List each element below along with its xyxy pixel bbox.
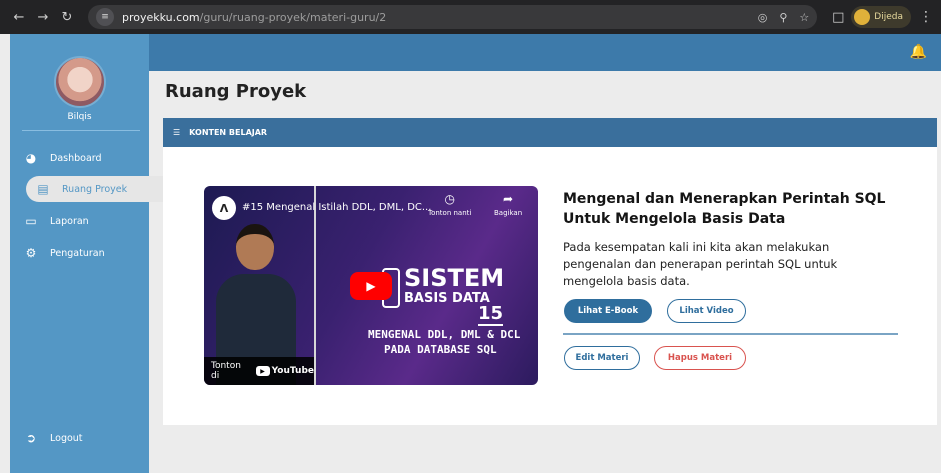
episode-number: 15: [478, 303, 504, 326]
reload-icon[interactable]: ↻: [56, 6, 78, 28]
url-path: /guru/ruang-proyek/materi-guru/2: [199, 10, 387, 24]
avatar: [54, 56, 106, 108]
share-label: Bagikan: [494, 209, 523, 217]
view-ebook-button[interactable]: Lihat E-Book: [564, 299, 652, 323]
youtube-play-icon: ▶: [255, 366, 270, 376]
youtube-label: YouTube: [271, 366, 314, 376]
sidebar-item-ruang-proyek[interactable]: ▤ Ruang Proyek: [26, 176, 165, 202]
list-icon: ☰: [173, 128, 181, 137]
document-icon: ▤: [37, 182, 49, 196]
page-title: Ruang Proyek: [165, 81, 307, 102]
url-domain: proyekku.com: [122, 10, 200, 24]
user-name: Bilqis: [67, 112, 92, 122]
youtube-logo: ▶ YouTube: [255, 366, 314, 376]
logout-button[interactable]: ➲ Logout: [24, 425, 83, 451]
play-icon[interactable]: ▶: [350, 272, 392, 300]
sidebar-item-dashboard[interactable]: ◕ Dashboard: [24, 145, 102, 171]
sidebar-divider: [22, 130, 140, 131]
sidebar: Bilqis ◕ Dashboard ▤ Ruang Proyek ▭ Lapo…: [10, 34, 165, 473]
clock-icon: ◷: [444, 192, 455, 206]
browser-toolbar: ← → ↻ ≡ proyekku.com/guru/ruang-proyek/m…: [0, 0, 941, 34]
thumbnail-divider: [314, 186, 316, 385]
chart-icon: ▭: [25, 214, 37, 228]
logout-icon: ➲: [25, 431, 37, 445]
watch-on-label: Tonton di: [211, 361, 241, 381]
materi-title: Mengenal dan Menerapkan Perintah SQL Unt…: [563, 191, 886, 227]
profile-avatar: [854, 9, 871, 25]
edit-materi-button[interactable]: Edit Materi: [564, 346, 640, 370]
thumbnail-line1: MENGENAL DDL, DML & DCL: [368, 328, 521, 341]
back-icon[interactable]: ←: [8, 6, 30, 28]
bookmark-star-icon[interactable]: ☆: [799, 11, 809, 24]
extensions-icon[interactable]: □: [827, 6, 849, 28]
section-label: KONTEN BELAJAR: [189, 128, 268, 137]
sidebar-item-label: Pengaturan: [50, 247, 105, 259]
zoom-icon[interactable]: ⚲: [779, 11, 787, 24]
video-player[interactable]: Λ #15 Mengenal Istilah DDL, DML, DC... ◷…: [204, 186, 538, 385]
profile-name: Dijeda: [874, 12, 903, 22]
thumbnail-line2: PADA DATABASE SQL: [384, 343, 497, 356]
sidebar-item-label: Dashboard: [50, 152, 102, 164]
address-bar[interactable]: ≡ proyekku.com/guru/ruang-proyek/materi-…: [88, 5, 818, 29]
password-key-icon[interactable]: ◎: [758, 11, 768, 24]
watch-on-youtube-button[interactable]: Tonton di ▶ YouTube: [204, 357, 314, 385]
sidebar-item-label: Laporan: [50, 215, 89, 227]
forward-icon[interactable]: →: [32, 6, 54, 28]
gear-icon: ⚙: [25, 246, 37, 260]
top-header: 🔔: [149, 34, 941, 71]
divider: [563, 333, 898, 335]
view-video-button[interactable]: Lihat Video: [667, 299, 746, 323]
sidebar-item-label: Ruang Proyek: [62, 183, 128, 195]
thumbnail-subheadline: BASIS DATA: [404, 291, 490, 306]
more-menu-icon[interactable]: ⋮: [919, 9, 933, 25]
thumbnail-headline: SISTEM: [404, 264, 505, 292]
materi-description: Pada kesempatan kali ini kita akan melak…: [563, 240, 838, 288]
site-settings-icon[interactable]: ≡: [96, 8, 114, 26]
section-header: ☰ KONTEN BELAJAR: [163, 118, 937, 147]
channel-logo-icon[interactable]: Λ: [212, 196, 236, 220]
profile-chip[interactable]: Dijeda: [851, 6, 911, 28]
logout-label: Logout: [50, 432, 83, 444]
video-title[interactable]: #15 Mengenal Istilah DDL, DML, DC...: [242, 202, 431, 213]
watch-later-button[interactable]: ◷ Tonton nanti: [428, 192, 471, 217]
share-icon: ➦: [503, 192, 514, 206]
notification-bell-icon[interactable]: 🔔: [910, 44, 927, 60]
dashboard-icon: ◕: [25, 151, 37, 165]
sidebar-item-pengaturan[interactable]: ⚙ Pengaturan: [24, 240, 105, 266]
watch-later-label: Tonton nanti: [428, 209, 472, 217]
sidebar-item-laporan[interactable]: ▭ Laporan: [24, 208, 89, 234]
share-button[interactable]: ➦ Bagikan: [494, 192, 522, 217]
delete-materi-button[interactable]: Hapus Materi: [654, 346, 746, 370]
